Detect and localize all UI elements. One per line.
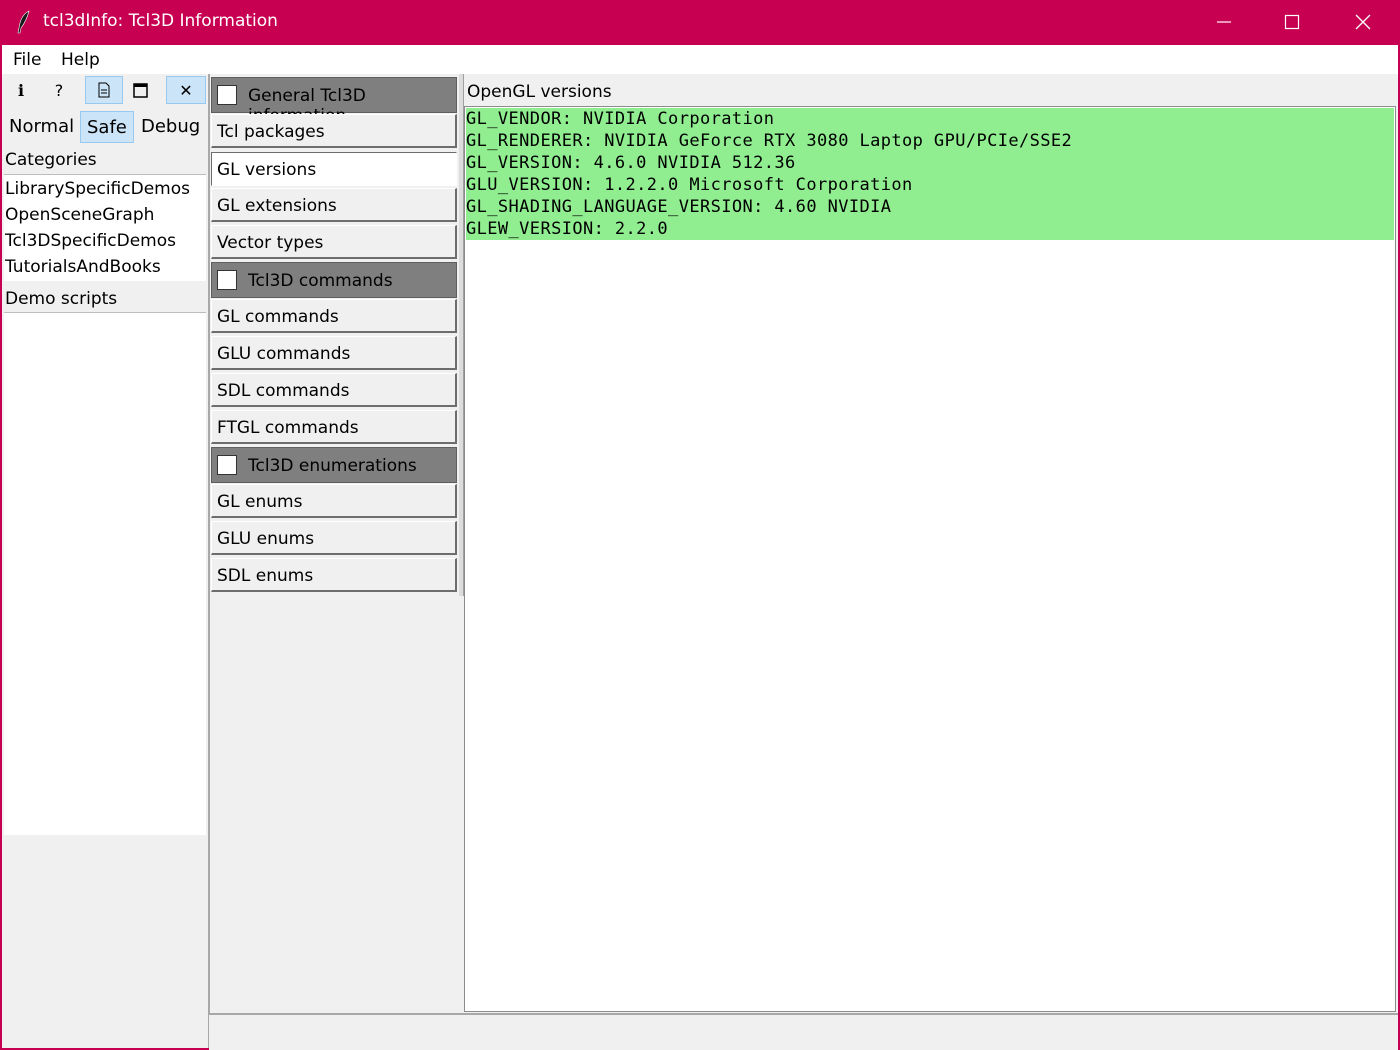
- document-icon: [98, 82, 110, 98]
- title-bar[interactable]: tcl3dInfo: Tcl3D Information: [0, 0, 1400, 45]
- close-icon: [1355, 14, 1371, 30]
- section-header-enumerations[interactable]: Tcl3D enumerations: [211, 447, 457, 483]
- tree-item-vector-types[interactable]: Vector types: [211, 225, 457, 259]
- item-label: GLU enums: [217, 529, 315, 549]
- window-icon: [132, 82, 148, 98]
- menu-bar: File Help: [2, 45, 1398, 74]
- help-icon: ?: [54, 80, 64, 100]
- output-line: GL_RENDERER: NVIDIA GeForce RTX 3080 Lap…: [466, 131, 1073, 151]
- tree-item-gl-enums[interactable]: GL enums: [211, 484, 457, 518]
- tree-item-glu-enums[interactable]: GLU enums: [211, 521, 457, 555]
- item-label: Tcl packages: [217, 122, 325, 142]
- output-line: GLU_VERSION: 1.2.2.0 Microsoft Corporati…: [466, 175, 913, 195]
- section-title: Tcl3D enumerations: [248, 456, 417, 476]
- list-item[interactable]: Tcl3DSpecificDemos: [5, 231, 176, 251]
- window-button[interactable]: [121, 76, 159, 104]
- details-panel: OpenGL versions GL_VENDOR: NVIDIA Corpor…: [464, 74, 1398, 1013]
- output-line: GLEW_VERSION: 2.2.0: [466, 219, 669, 239]
- left-panel: i ? ✕ Normal Safe Debug Categories Libra…: [2, 74, 208, 1048]
- item-label: SDL enums: [217, 566, 314, 586]
- item-label: GLU commands: [217, 344, 351, 364]
- info-icon: i: [17, 80, 25, 100]
- minimize-button[interactable]: [1191, 0, 1257, 45]
- tree-item-ftgl-commands[interactable]: FTGL commands: [211, 410, 457, 444]
- section-header-commands[interactable]: Tcl3D commands: [211, 262, 457, 298]
- tree-item-glu-commands[interactable]: GLU commands: [211, 336, 457, 370]
- tree-item-tcl-packages[interactable]: Tcl packages: [211, 114, 457, 148]
- close-icon: ✕: [179, 80, 193, 100]
- menu-help[interactable]: Help: [61, 50, 100, 70]
- section-checkbox[interactable]: [217, 85, 237, 105]
- demo-scripts-label: Demo scripts: [5, 289, 118, 309]
- item-label: GL commands: [217, 307, 339, 327]
- output-line: GL_VENDOR: NVIDIA Corporation: [466, 109, 775, 129]
- output-line: GL_SHADING_LANGUAGE_VERSION: 4.60 NVIDIA: [466, 197, 892, 217]
- details-title: OpenGL versions: [467, 82, 612, 102]
- menu-file[interactable]: File: [13, 50, 41, 70]
- tree-item-gl-commands[interactable]: GL commands: [211, 299, 457, 333]
- item-label: Vector types: [217, 233, 324, 253]
- list-item[interactable]: OpenSceneGraph: [5, 205, 154, 225]
- section-title: Tcl3D commands: [248, 271, 393, 291]
- categories-label: Categories: [5, 150, 97, 170]
- close-tool-button[interactable]: ✕: [166, 76, 206, 104]
- tree-item-gl-extensions[interactable]: GL extensions: [211, 188, 457, 222]
- client-area: File Help i ? ✕ Normal Safe Debug Catego: [2, 45, 1398, 1050]
- categories-list[interactable]: LibrarySpecificDemos OpenSceneGraph Tcl3…: [4, 174, 206, 281]
- minimize-icon: [1217, 21, 1231, 23]
- status-bar: [209, 1013, 1398, 1050]
- tree-item-sdl-commands[interactable]: SDL commands: [211, 373, 457, 407]
- maximize-button[interactable]: [1259, 0, 1325, 45]
- item-label: SDL commands: [217, 381, 350, 401]
- mode-normal[interactable]: Normal: [3, 111, 80, 143]
- item-label: GL versions: [217, 160, 317, 180]
- info-button[interactable]: i: [2, 76, 40, 104]
- app-window: tcl3dInfo: Tcl3D Information File Help i…: [0, 0, 1400, 1050]
- feather-icon: [17, 10, 30, 34]
- section-checkbox[interactable]: [217, 270, 237, 290]
- window-title: tcl3dInfo: Tcl3D Information: [43, 11, 278, 31]
- list-item[interactable]: LibrarySpecificDemos: [5, 179, 190, 199]
- info-text-area[interactable]: GL_VENDOR: NVIDIA Corporation GL_RENDERE…: [464, 106, 1396, 1012]
- maximize-icon: [1284, 14, 1300, 30]
- mode-safe[interactable]: Safe: [80, 111, 134, 143]
- document-button[interactable]: [85, 76, 123, 104]
- mode-debug[interactable]: Debug: [135, 111, 206, 143]
- info-tree-panel: General Tcl3D information Tcl packages G…: [208, 74, 466, 1048]
- tree-item-gl-versions[interactable]: GL versions: [211, 152, 457, 186]
- help-button[interactable]: ?: [40, 76, 78, 104]
- section-header-general[interactable]: General Tcl3D information: [211, 77, 457, 126]
- item-label: FTGL commands: [217, 418, 359, 438]
- tree-item-sdl-enums[interactable]: SDL enums: [211, 558, 457, 592]
- close-button[interactable]: [1330, 0, 1396, 45]
- demo-scripts-list[interactable]: [4, 312, 206, 835]
- item-label: GL extensions: [217, 196, 337, 216]
- section-checkbox[interactable]: [217, 455, 237, 475]
- output-line: GL_VERSION: 4.6.0 NVIDIA 512.36: [466, 153, 796, 173]
- list-item[interactable]: TutorialsAndBooks: [5, 257, 161, 277]
- item-label: GL enums: [217, 492, 303, 512]
